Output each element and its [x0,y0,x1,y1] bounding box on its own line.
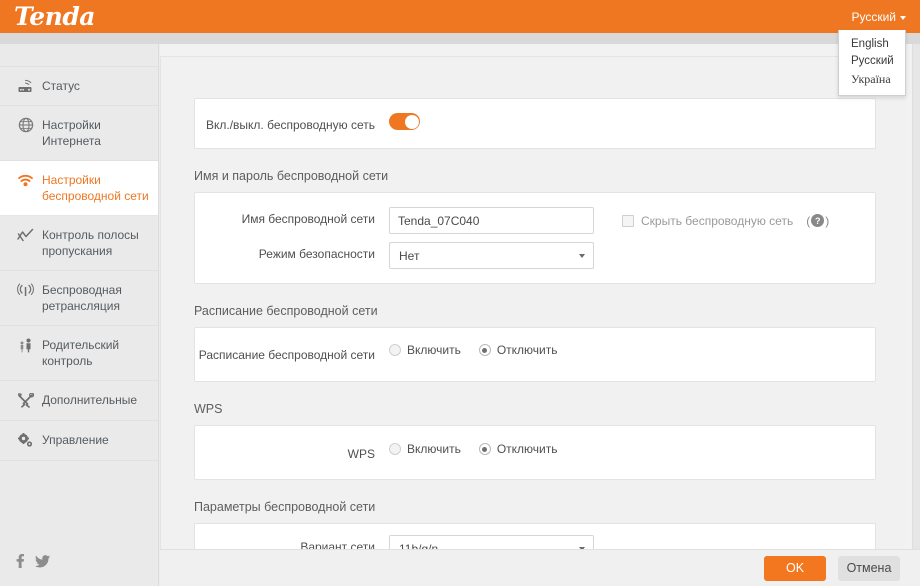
help-paren-right: ) [825,213,830,228]
ssid-card: Имя беспроводной сети Скрыть беспроводну… [194,192,876,284]
ok-button[interactable]: OK [764,555,826,581]
router-admin-page: Tenda Русский English Русский Україна Ст… [0,0,920,586]
schedule-card: Расписание беспроводной сети Включить От… [194,327,876,382]
hide-ssid-checkbox[interactable] [622,214,634,227]
wireless-enable-row: Вкл./выкл. беспроводную сеть [195,99,875,148]
sidebar-item-advanced[interactable]: Дополнительные [0,381,158,421]
ssid-row: Имя беспроводной сети Скрыть беспроводну… [195,193,875,238]
settings-panel: Вкл./выкл. беспроводную сеть Имя и парол… [160,56,906,586]
globe-icon [17,117,34,133]
sidebar-item-internet-settings[interactable]: Настройки Интернета [0,106,158,161]
router-icon [17,78,34,94]
sidebar-item-label: Статус [42,79,80,93]
chart-line-icon [17,227,34,243]
schedule-row: Расписание беспроводной сети Включить От… [195,328,875,381]
language-dropdown-menu[interactable]: English Русский Україна [838,30,906,96]
gear-icon [17,432,34,448]
hide-ssid-label: Скрыть беспроводную сеть [641,213,794,228]
settings-scroll-area: Вкл./выкл. беспроводную сеть Имя и парол… [161,57,906,586]
schedule-row-label: Расписание беспроводной сети [198,348,375,362]
wps-row-label: WPS [347,447,375,461]
radio-unchecked-icon [389,344,401,356]
language-current-label: Русский [851,9,896,24]
wifi-icon [17,172,34,188]
sidebar: Статус Настройки Интернета Настройки бес… [0,44,159,586]
sidebar-item-wireless-repeater[interactable]: Беспроводная ретрансляция [0,271,158,326]
hide-ssid-help-icon[interactable]: ( ? ) [806,214,829,228]
radio-checked-icon [478,443,491,455]
security-mode-value: Нет [399,248,420,263]
wireless-enable-card: Вкл./выкл. беспроводную сеть [194,98,876,149]
wps-radio-group: Включить Отключить [389,442,558,456]
wps-card: WPS Включить Отключить [194,425,876,480]
sidebar-item-parental-control[interactable]: Родительский контроль [0,326,158,381]
sidebar-item-label: Контроль полосы пропускания [42,228,139,258]
sidebar-item-management[interactable]: Управление [0,421,158,461]
language-option-russian[interactable]: Русский [839,52,905,69]
sidebar-item-label: Управление [42,433,109,447]
chevron-down-icon [579,253,585,258]
security-mode-select[interactable]: Нет [389,242,594,269]
wps-disable-option[interactable]: Отключить [478,442,558,456]
wireless-enable-label: Вкл./выкл. беспроводную сеть [205,118,375,132]
wps-field: Включить Отключить [375,442,875,456]
chevron-down-icon [900,15,906,20]
security-mode-label: Режим безопасности [258,247,375,261]
wps-row: WPS Включить Отключить [195,426,875,479]
schedule-disable-option[interactable]: Отключить [478,343,558,357]
main-content: Вкл./выкл. беспроводную сеть Имя и парол… [160,44,920,586]
wps-section-title: WPS [194,402,223,416]
language-option-english[interactable]: English [839,35,905,52]
facebook-icon[interactable] [16,554,25,573]
antenna-icon [17,282,34,298]
ssid-input[interactable] [389,207,594,234]
parent-child-icon [17,337,34,353]
schedule-enable-option[interactable]: Включить [389,343,461,357]
ssid-field: Скрыть беспроводную сеть ( ? ) [375,207,875,234]
schedule-field: Включить Отключить [375,343,875,357]
radio-unchecked-icon [389,443,401,455]
sidebar-item-label: Настройки Интернета [42,118,101,148]
schedule-disable-label: Отключить [496,343,558,357]
schedule-enable-label: Включить [407,343,461,357]
tenda-logo: Tenda [14,2,96,31]
security-mode-field: Нет [375,242,875,269]
language-current-button[interactable]: Русский [851,10,906,24]
sidebar-item-label: Настройки беспроводной сети [42,173,149,203]
sidebar-item-label: Родительский контроль [42,338,120,368]
sidebar-item-bandwidth-control[interactable]: Контроль полосы пропускания [0,216,158,271]
sidebar-item-label: Беспроводная ретрансляция [42,283,122,313]
toggle-knob [404,114,419,129]
ssid-label: Имя беспроводной сети [241,212,375,226]
cancel-button[interactable]: Отмена [838,555,900,581]
top-header-bar: Tenda Русский English Русский Україна [0,0,920,96]
twitter-icon[interactable] [35,554,50,573]
schedule-radio-group: Включить Отключить [389,343,558,357]
language-option-ukrainian[interactable]: Україна [839,69,905,89]
ssid-section-title: Имя и пароль беспроводной сети [194,169,389,183]
radio-checked-icon [478,344,491,356]
wireless-enable-field [375,113,875,130]
params-section-title: Параметры беспроводной сети [194,500,376,514]
sidebar-item-label: Дополнительные [42,393,137,407]
right-edge-strip [912,44,920,586]
wps-enable-label: Включить [407,442,461,456]
hide-ssid-group[interactable]: Скрыть беспроводную сеть [622,214,793,228]
action-bar: OK Отмена [160,549,920,586]
header-divider-strip [0,33,920,44]
sidebar-nav: Статус Настройки Интернета Настройки бес… [0,66,158,461]
social-links [16,554,50,573]
sidebar-item-wireless-settings[interactable]: Настройки беспроводной сети [0,161,158,216]
question-mark-icon: ? [811,214,825,227]
sidebar-item-status[interactable]: Статус [0,66,158,106]
wireless-enable-toggle[interactable] [389,113,420,130]
wps-disable-label: Отключить [496,442,558,456]
help-paren-left: ( [806,213,811,228]
language-selector[interactable]: Русский English Русский Україна [838,0,906,96]
security-mode-row: Режим безопасности Нет [195,238,875,283]
wps-enable-option[interactable]: Включить [389,442,461,456]
tools-icon [17,392,34,408]
schedule-section-title: Расписание беспроводной сети [194,304,378,318]
